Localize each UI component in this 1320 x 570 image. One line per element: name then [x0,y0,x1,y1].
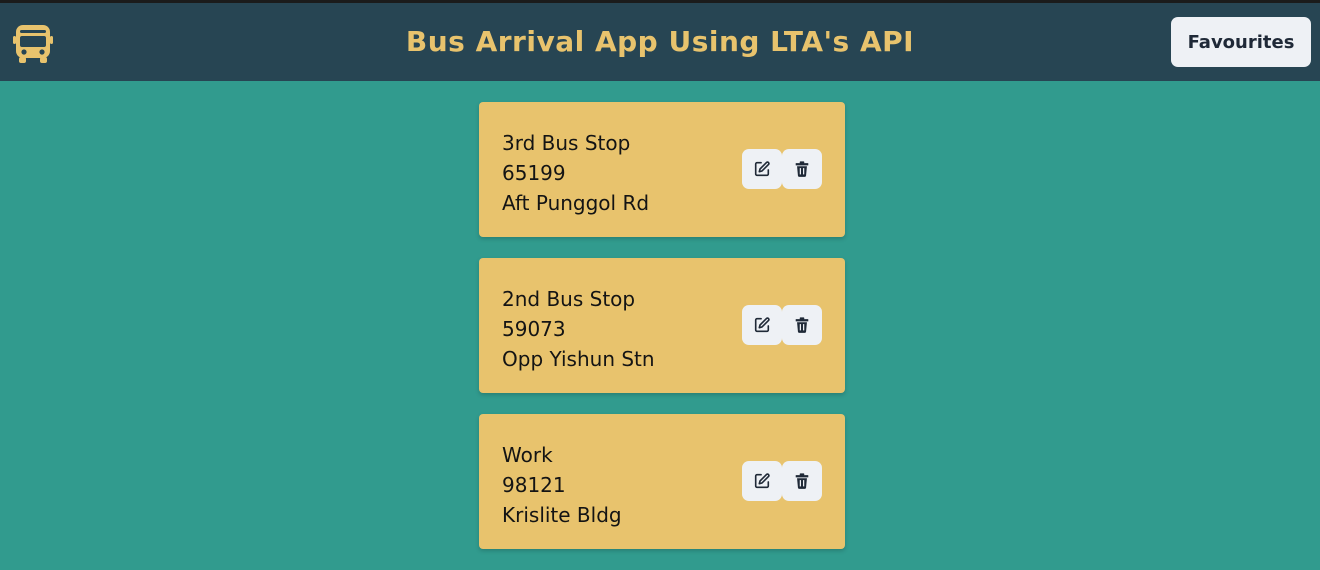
bus-stop-card: 2nd Bus Stop 59073 Opp Yishun Stn [479,258,845,393]
bus-stop-code: 98121 [502,473,566,497]
bus-stop-info: Work 98121 Krislite Bldg [502,440,622,530]
app-header: Bus Arrival App Using LTA's API Favourit… [0,0,1320,81]
trash-icon [795,317,809,333]
bus-stop-code: 65199 [502,161,566,185]
favourites-button[interactable]: Favourites [1171,17,1311,67]
edit-icon [754,317,770,333]
edit-icon [754,161,770,177]
bus-stop-description: Opp Yishun Stn [502,347,655,371]
bus-stop-description: Krislite Bldg [502,503,622,527]
bus-stop-name: 3rd Bus Stop [502,131,631,155]
trash-icon [795,161,809,177]
page-title: Bus Arrival App Using LTA's API [405,25,915,58]
card-actions [742,461,822,501]
delete-button[interactable] [782,305,822,345]
bus-stop-name: Work [502,443,553,467]
favourites-list: 3rd Bus Stop 65199 Aft Punggol Rd 2nd Bu… [479,102,845,570]
edit-button[interactable] [742,149,782,189]
delete-button[interactable] [782,149,822,189]
bus-stop-info: 3rd Bus Stop 65199 Aft Punggol Rd [502,128,649,218]
card-actions [742,305,822,345]
trash-icon [795,473,809,489]
bus-stop-description: Aft Punggol Rd [502,191,650,215]
delete-button[interactable] [782,461,822,501]
bus-stop-name: 2nd Bus Stop [502,287,636,311]
edit-button[interactable] [742,461,782,501]
card-actions [742,149,822,189]
bus-stop-card: 3rd Bus Stop 65199 Aft Punggol Rd [479,102,845,237]
bus-stop-card: Work 98121 Krislite Bldg [479,414,845,549]
bus-stop-info: 2nd Bus Stop 59073 Opp Yishun Stn [502,284,655,374]
edit-button[interactable] [742,305,782,345]
bus-stop-code: 59073 [502,317,566,341]
edit-icon [754,473,770,489]
